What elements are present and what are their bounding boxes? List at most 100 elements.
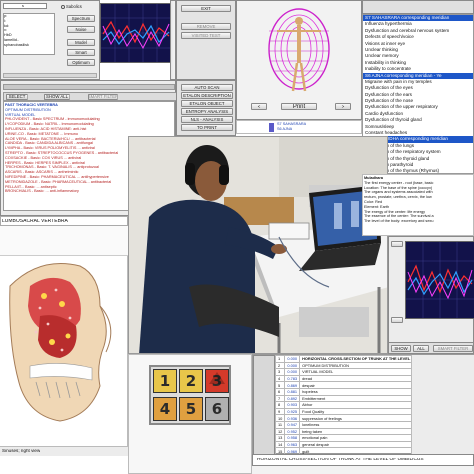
table-row[interactable]: 10 0.936 suppression of feelings (275, 414, 411, 422)
row-number-cell: 1 (275, 355, 286, 363)
next-button[interactable]: > (335, 103, 351, 110)
table-row[interactable]: 9 0.925 Food Quality (275, 407, 411, 416)
score-cell: 0.000 (284, 355, 301, 363)
smart-filter-button-right[interactable]: SMART FILTER (433, 345, 473, 352)
score-cell: 0.881 (284, 387, 301, 396)
to-print-button[interactable]: TO PRINT (181, 124, 233, 131)
name-cell: being taken (299, 427, 411, 436)
results-table-wrap[interactable]: 1 0.000 HORIZONTAL CROSS-SECTION OF TRUNK … (275, 355, 411, 455)
table-row[interactable]: 8 0.903 Abhor (275, 401, 411, 409)
row-number-cell: 13 (275, 434, 286, 442)
table-row[interactable]: 11 0.947 loneliness (275, 420, 411, 429)
name-cell: VIRTUAL MODEL (299, 368, 411, 376)
tile-5[interactable]: 5 (179, 397, 203, 421)
center-top-panel: EXIT REMOVE VISITED TEST (176, 0, 236, 80)
table-row[interactable]: 2 0.000 OPTIMUM DISTRIBUTION (275, 361, 411, 370)
smart-button[interactable]: Smart (67, 49, 95, 56)
score-cell: 0.947 (284, 420, 301, 429)
all-button[interactable]: ALL (413, 345, 429, 352)
side-button-a[interactable] (391, 241, 403, 247)
etalon-object-button[interactable]: ETALON OBJECT (181, 100, 233, 107)
radio-sabolics[interactable]: Sabolics (61, 4, 82, 9)
smart-filter-button[interactable]: SMART FILTER (88, 93, 118, 100)
spectrum-button[interactable]: Spectrum (67, 15, 95, 22)
row-number-cell: 14 (275, 440, 286, 449)
analysis-button-panel: AUTO SCAN ETALON DESCRIPTION ETALON OBJE… (176, 80, 236, 136)
score-cell: 0.000 (284, 361, 301, 370)
tile-2[interactable]: 2 (179, 369, 203, 393)
table-row[interactable]: 7 0.892 Embitterment (275, 394, 411, 403)
row-number-cell: 12 (275, 427, 286, 436)
tile-4[interactable]: 4 (153, 397, 177, 421)
model-button[interactable]: Model (67, 39, 95, 46)
table-row[interactable]: 6 0.881 hopeless (275, 387, 411, 396)
show-button[interactable]: SHOW (391, 345, 411, 352)
table-row[interactable]: 13 0.958 emotional pain (275, 434, 411, 442)
anatomy-panel: Sinuses; right view (0, 256, 128, 456)
score-cell: 0.000 (284, 368, 301, 376)
row-number-cell: 6 (275, 387, 286, 396)
nls-analysis-button[interactable]: NLS - ANALYSIS (181, 116, 233, 123)
body-mesh-figure (268, 8, 330, 92)
prev-button[interactable]: < (251, 103, 267, 110)
select-button[interactable]: SELECT (6, 93, 28, 100)
name-cell: OPTIMUM DISTRIBUTION (299, 361, 411, 370)
right-spectrum-graph (405, 241, 474, 319)
score-cell: 0.783 (284, 374, 301, 383)
table-row[interactable]: 5 0.869 despair (275, 381, 411, 389)
chakra-legend: S7 SAHASRARA S6 AJNA (236, 120, 362, 134)
legend-swatch-icon (269, 123, 274, 132)
entropy-analysis-button[interactable]: ENTROPY ANALYSIS (181, 108, 233, 115)
bottom-filler (252, 466, 474, 474)
side-text-7: sphanobasilisk (4, 42, 29, 47)
table-row[interactable]: 3 0.000 VIRTUAL MODEL (275, 368, 411, 376)
table-row[interactable]: 4 0.783 dread (275, 374, 411, 383)
model-toolbar: < Print > (251, 103, 359, 111)
operator-photo-svg (129, 137, 387, 353)
status-bar: Sinuses; right view (0, 446, 128, 456)
optimum-button[interactable]: Optimum (67, 59, 95, 66)
score-cell: 0.903 (284, 401, 301, 409)
name-cell: HORIZONTAL CROSS-SECTION OF TRUNK AT THE… (299, 355, 411, 363)
print-button[interactable]: Print (281, 103, 317, 110)
table-caption-bar: HORIZONTAL CROSS-SECTION OF TRUNK AT THE… (252, 454, 474, 466)
tile-1[interactable]: 1 (153, 369, 177, 393)
results-table-panel: 1 0.000 HORIZONTAL CROSS-SECTION OF TRUNK … (252, 354, 474, 455)
remove-button[interactable]: REMOVE (181, 23, 231, 30)
table-row[interactable]: 12 0.952 being taken (275, 427, 411, 436)
row-number-cell: 5 (275, 381, 286, 389)
operator-photo (128, 136, 388, 354)
region-bar: LUMBOSACRAL VERTEBRA (0, 216, 128, 226)
tile-6[interactable]: 6 (205, 397, 229, 421)
auto-scan-button[interactable]: AUTO SCAN (181, 84, 233, 91)
right-spectrum-svg (406, 242, 474, 318)
tile-panel: 1 2 3 4 5 6 (128, 354, 252, 474)
visited-test-button[interactable]: VISITED TEST (181, 32, 231, 39)
name-cell: hopeless (299, 387, 411, 396)
table-row[interactable]: 1 0.000 HORIZONTAL CROSS-SECTION OF TRUNK … (275, 355, 411, 363)
spectrum-graph-svg (101, 4, 171, 62)
show-all-button[interactable]: SHOW ALL (44, 93, 70, 100)
field-box[interactable]: s (3, 3, 47, 9)
table-button-strip: SHOW ALL SMART FILTER (388, 342, 474, 354)
exit-button[interactable]: EXIT (181, 5, 231, 12)
row-number-cell: 4 (275, 374, 286, 383)
side-button-b[interactable] (391, 317, 403, 323)
etalon-description-button[interactable]: ETALON DESCRIPTION (181, 92, 233, 99)
table-right-blank (411, 355, 474, 455)
symptom-list[interactable]: p: l: kd: x: HbD lamellid.. sphanobasili… (3, 13, 55, 55)
remedy-toolbar: SELECT SHOW ALL SMART FILTER (3, 92, 179, 101)
sinus-anatomy-illustration (9, 263, 112, 422)
row-number-cell: 3 (275, 368, 286, 376)
name-cell: emotional pain (299, 434, 411, 442)
right-top-strip (362, 0, 474, 14)
row-number-cell: 7 (275, 394, 286, 403)
results-table: 1 0.000 HORIZONTAL CROSS-SECTION OF TRUNK … (275, 355, 411, 455)
table-row[interactable]: 14 0.963 general despair (275, 440, 411, 449)
scroll-area[interactable] (3, 73, 97, 78)
table-caption: HORIZONTAL CROSS-SECTION OF TRUNK AT THE… (257, 458, 424, 462)
noise-button[interactable]: Noise (67, 26, 95, 33)
legend-s6: S6 AJNA (277, 127, 293, 131)
tile-3-warning-icon (209, 372, 225, 384)
score-cell: 0.869 (284, 381, 301, 389)
